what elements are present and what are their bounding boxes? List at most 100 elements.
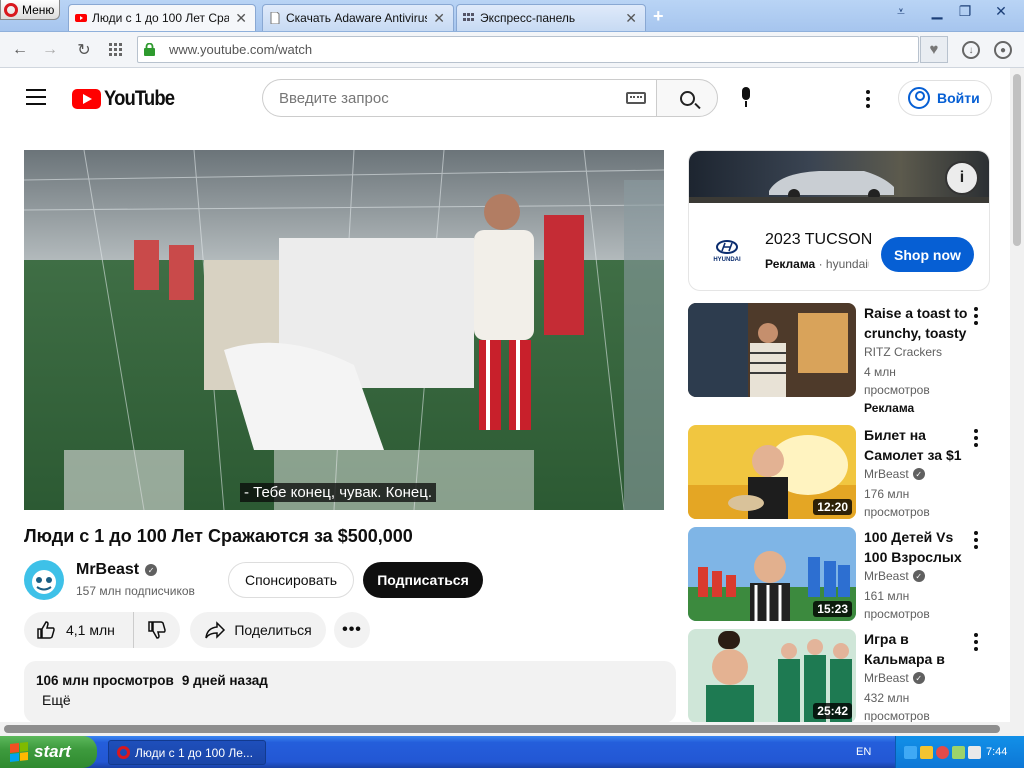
item-menu-kebab-icon[interactable] — [974, 531, 978, 549]
opera-menu-button[interactable]: Меню — [0, 0, 60, 20]
channel-name[interactable]: MrBeast ✓ — [76, 561, 158, 579]
channel-text: RITZ Crackers — [864, 345, 942, 359]
recommendation-item[interactable]: 15:23 100 Детей Vs 100 Взрослых Сражаютс… — [688, 527, 990, 621]
sign-in-label: Войти — [937, 90, 980, 106]
recommendation-channel[interactable]: MrBeast ✓ — [864, 671, 925, 685]
windows-flag-icon — [10, 742, 28, 762]
search-input[interactable]: Введите запрос — [262, 79, 656, 117]
search-icon — [679, 90, 695, 106]
recommendation-title[interactable]: Raise a toast to crunchy, toasty goodnes… — [864, 303, 968, 343]
share-button[interactable]: Поделиться — [190, 612, 326, 648]
subscribe-button[interactable]: Подписаться — [363, 562, 483, 598]
dislike-button[interactable] — [134, 620, 180, 640]
youtube-logo[interactable]: YouTube — [72, 87, 184, 111]
start-label: start — [34, 742, 71, 761]
tab-label: Скачать Adaware Antivirus F — [286, 11, 428, 25]
back-icon[interactable]: ← — [10, 40, 30, 60]
video-thumbnail[interactable]: 25:42 — [688, 629, 856, 723]
like-dislike-bar: 4,1 млн — [24, 612, 180, 648]
recommendation-title[interactable]: Игра в Кальмара в Реальной Жизни! — [864, 629, 968, 669]
settings-kebab-icon[interactable] — [866, 90, 870, 108]
shop-now-button[interactable]: Shop now — [881, 237, 974, 272]
sign-in-button[interactable]: Войти — [898, 80, 992, 116]
voice-search-mic-icon[interactable] — [736, 87, 756, 109]
network-icon[interactable] — [904, 745, 917, 759]
more-actions-button[interactable]: ••• — [334, 612, 370, 648]
verified-check-icon: ✓ — [912, 468, 925, 480]
speed-dial-grid-icon[interactable] — [106, 40, 126, 60]
horizontal-scroll-thumb[interactable] — [4, 725, 1000, 733]
address-bar[interactable]: www.youtube.com/watch — [137, 36, 919, 63]
video-title: Люди с 1 до 100 Лет Сражаются за $500,00… — [24, 526, 413, 546]
tray-app-icon[interactable] — [952, 745, 965, 759]
sponsor-button[interactable]: Спонсировать — [228, 562, 354, 598]
recommendation-views: 176 млн просмотров — [864, 485, 964, 521]
reload-icon[interactable]: ↻ — [74, 40, 94, 60]
video-thumbnail[interactable]: 15:23 — [688, 527, 856, 621]
more-horizontal-icon: ••• — [342, 621, 362, 638]
description-box[interactable]: 106 млн просмотров 9 дней назад Ещё — [24, 661, 676, 723]
vertical-scroll-thumb[interactable] — [1013, 74, 1021, 246]
tab-menu-icon[interactable]: ⩡ — [888, 2, 914, 20]
thumbs-up-icon — [37, 621, 55, 639]
item-menu-kebab-icon[interactable] — [974, 633, 978, 651]
close-window-icon[interactable]: ✕ — [988, 2, 1014, 20]
vertical-scrollbar[interactable] — [1010, 68, 1024, 736]
like-count: 4,1 млн — [66, 622, 115, 638]
minimize-icon[interactable]: ▁ — [924, 2, 950, 20]
start-button[interactable]: start — [0, 736, 97, 768]
item-menu-kebab-icon[interactable] — [974, 429, 978, 447]
recommendation-item[interactable]: 12:20 Билет на Самолет за $1 vs $500,000… — [688, 425, 990, 519]
recommendation-title[interactable]: 100 Детей Vs 100 Взрослых Сражаются за $… — [864, 527, 968, 567]
video-player[interactable]: - Тебе конец, чувак. Конец. — [24, 150, 664, 510]
show-more-link[interactable]: Ещё — [36, 692, 664, 708]
restore-icon[interactable]: ❐ — [952, 2, 978, 20]
verified-check-icon: ✓ — [912, 672, 925, 684]
navigation-bar: ← → ↻ www.youtube.com/watch ♥ ↓ ● — [0, 32, 1024, 68]
alert-icon[interactable] — [936, 745, 949, 759]
video-duration: 15:23 — [813, 601, 852, 617]
video-thumbnail[interactable]: 12:20 — [688, 425, 856, 519]
download-icon[interactable]: ↓ — [962, 41, 980, 59]
menu-label: Меню — [22, 2, 55, 17]
ad-info-icon[interactable]: i — [945, 161, 979, 195]
secure-lock-icon[interactable] — [138, 37, 160, 62]
channel-text: MrBeast — [864, 467, 909, 481]
verified-check-icon: ✓ — [912, 570, 925, 582]
task-label: Люди с 1 до 100 Ле... — [135, 745, 253, 760]
recommendation-views: 4 млн просмотров Реклама — [864, 363, 964, 417]
item-menu-kebab-icon[interactable] — [974, 307, 978, 325]
volume-icon[interactable] — [968, 745, 981, 759]
guide-menu-icon[interactable] — [26, 89, 46, 105]
horizontal-scrollbar[interactable] — [0, 722, 1010, 736]
video-thumbnail[interactable] — [688, 303, 856, 397]
recommendation-item[interactable]: 25:42 Игра в Кальмара в Реальной Жизни! … — [688, 629, 990, 723]
new-tab-button[interactable]: + — [653, 6, 664, 27]
close-tab-icon[interactable]: ✕ — [625, 10, 637, 27]
tab-adaware[interactable]: Скачать Adaware Antivirus F ✕ — [262, 4, 454, 31]
forward-icon[interactable]: → — [40, 40, 60, 60]
recommendation-item[interactable]: Raise a toast to crunchy, toasty goodnes… — [688, 303, 990, 415]
keyboard-icon[interactable] — [626, 92, 646, 104]
tab-youtube[interactable]: Люди с 1 до 100 Лет Сража ✕ — [68, 4, 256, 31]
shop-now-label: Shop now — [894, 246, 961, 263]
recommendation-channel[interactable]: MrBeast ✓ — [864, 467, 925, 481]
upload-date: 9 дней назад — [181, 673, 268, 688]
channel-name-text: MrBeast — [76, 561, 140, 578]
like-button[interactable]: 4,1 млн — [24, 612, 134, 648]
security-shield-icon[interactable] — [920, 745, 933, 759]
taskbar-item-opera[interactable]: Люди с 1 до 100 Ле... — [108, 740, 266, 765]
recommendation-channel[interactable]: MrBeast ✓ — [864, 569, 925, 583]
tab-label: Люди с 1 до 100 Лет Сража — [92, 11, 229, 25]
channel-avatar[interactable] — [24, 560, 64, 600]
account-icon[interactable]: ● — [994, 41, 1012, 59]
close-tab-icon[interactable]: ✕ — [235, 10, 247, 27]
ad-card[interactable]: i HYUNDAI 2023 TUCSON Реклама · hyundaiu… — [688, 150, 990, 291]
bookmark-heart-icon[interactable]: ♥ — [920, 36, 948, 63]
recommendation-channel[interactable]: RITZ Crackers — [864, 345, 942, 359]
close-tab-icon[interactable]: ✕ — [433, 10, 445, 27]
tab-speed-dial[interactable]: Экспресс-панель ✕ — [456, 4, 646, 31]
language-indicator[interactable]: EN — [856, 746, 871, 758]
search-button[interactable] — [656, 79, 718, 117]
recommendation-title[interactable]: Билет на Самолет за $1 vs $500,000 — [864, 425, 968, 465]
